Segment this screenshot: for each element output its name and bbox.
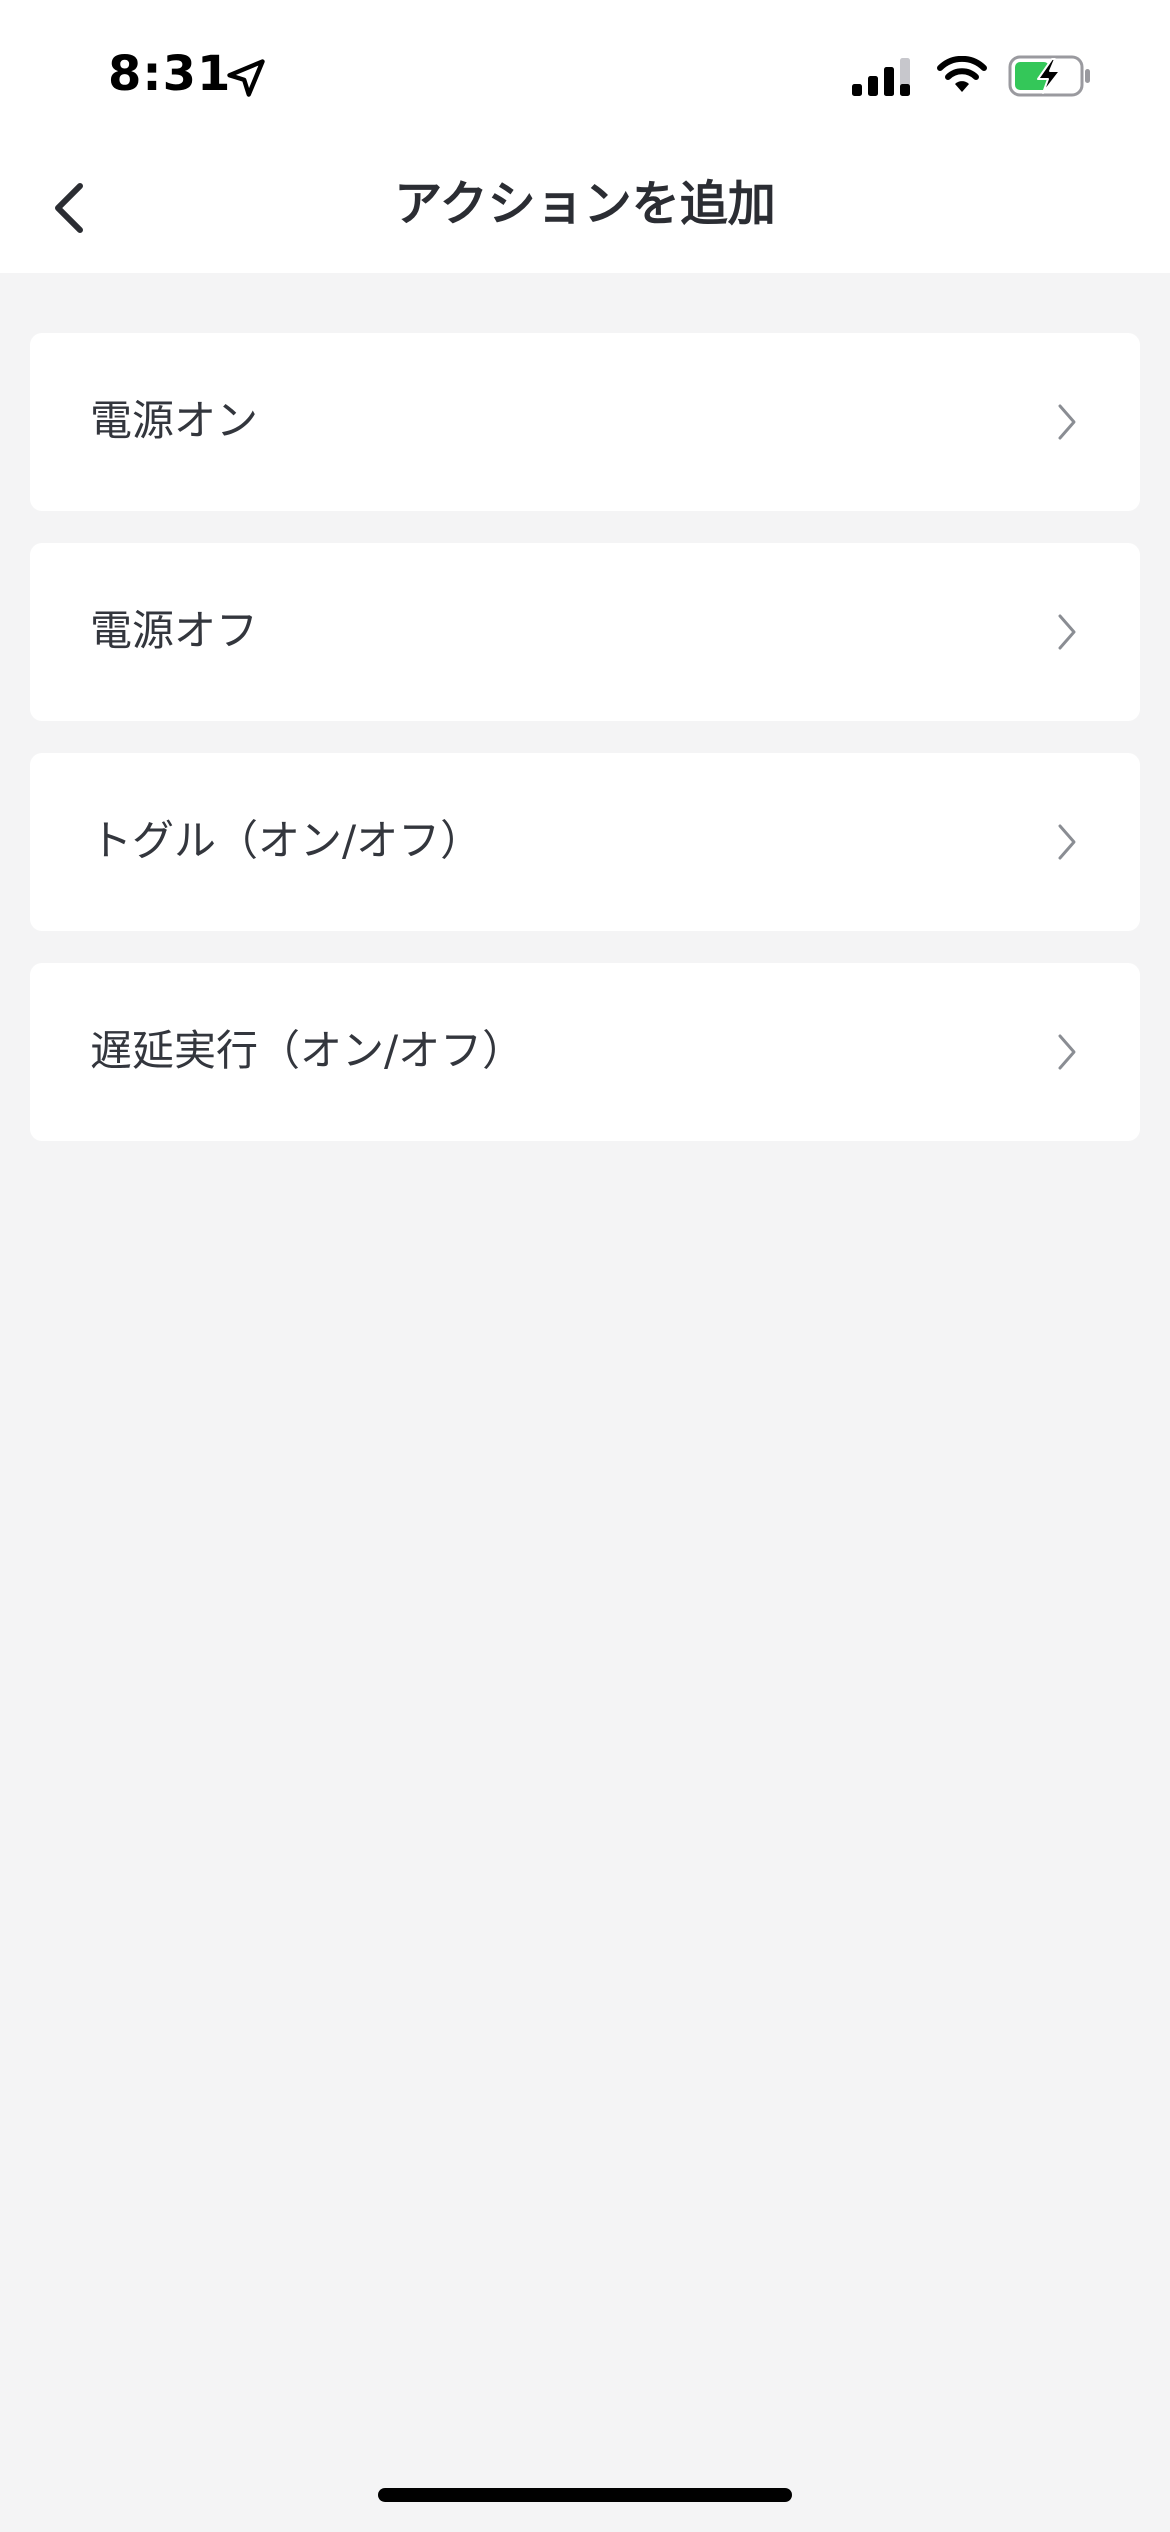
action-item-power-on[interactable]: 電源オン (30, 333, 1140, 511)
status-bar: 8:31 (0, 0, 1170, 140)
chevron-right-icon (1058, 614, 1076, 650)
action-item-label: トグル（オン/オフ） (90, 816, 483, 865)
status-time: 8:31 (108, 46, 232, 102)
action-item-power-off[interactable]: 電源オフ (30, 543, 1140, 721)
chevron-right-icon (1058, 404, 1076, 440)
header-area: 8:31 アクションを追加 (0, 0, 1170, 273)
action-item-label: 電源オン (90, 396, 259, 445)
home-indicator[interactable] (378, 2488, 792, 2502)
action-item-toggle[interactable]: トグル（オン/オフ） (30, 753, 1140, 931)
action-item-label: 遅延実行（オン/オフ） (90, 1026, 525, 1075)
page-title: アクションを追加 (394, 176, 776, 232)
action-item-delayed[interactable]: 遅延実行（オン/オフ） (30, 963, 1140, 1141)
chevron-right-icon (1058, 1034, 1076, 1070)
location-arrow-icon (227, 59, 265, 97)
action-item-label: 電源オフ (90, 606, 259, 655)
battery-charging-icon (1008, 55, 1090, 97)
cellular-signal-icon (852, 58, 910, 96)
wifi-icon (937, 56, 987, 92)
chevron-right-icon (1058, 824, 1076, 860)
navigation-bar: アクションを追加 (0, 140, 1170, 273)
action-list: 電源オン 電源オフ トグル（オン/オフ） 遅延実行（オン/オフ） (30, 333, 1140, 1173)
